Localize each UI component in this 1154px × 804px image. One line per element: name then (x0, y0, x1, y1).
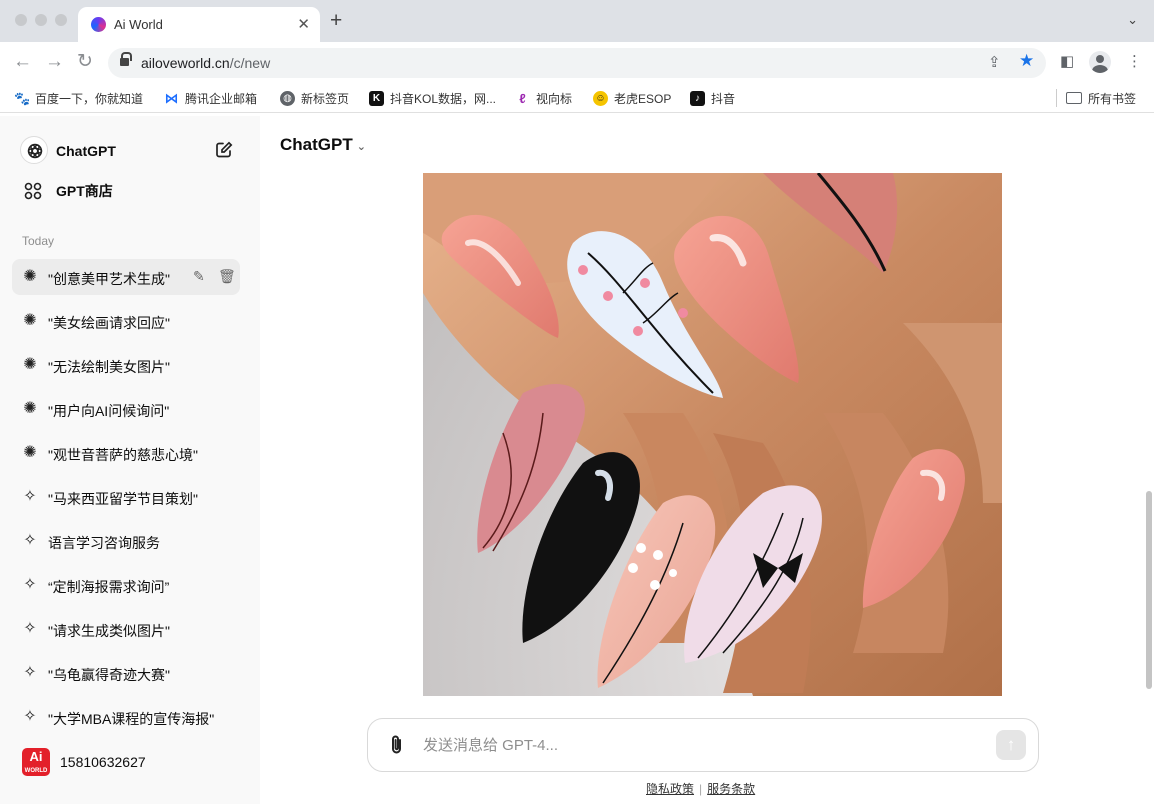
chat-item[interactable]: ✺ "美女绘画请求回应" (12, 303, 240, 339)
sparkle-icon: ✧ (23, 620, 37, 637)
globe-icon: ◍ (280, 90, 295, 106)
bookmarks-divider (1056, 89, 1057, 107)
send-arrow-button[interactable]: ↑ (996, 730, 1026, 760)
reload-button[interactable]: ↻ (77, 51, 93, 73)
openai-icon: ✺ (23, 312, 37, 329)
footer-links: 隐私政策 | 服务条款 (646, 780, 755, 797)
more-menu-icon[interactable]: ⋮ (1127, 52, 1142, 70)
bookmark-shixiangbiao[interactable]: ℓ 视向标 (515, 90, 572, 106)
openai-icon: ✺ (23, 400, 37, 417)
sparkle-icon: ✧ (23, 488, 37, 505)
chat-item[interactable]: ✧ 语言学习咨询服务 (12, 523, 240, 559)
chat-item[interactable]: ✧ "大学MBA课程的宣传海报" (12, 699, 240, 735)
lock-icon (120, 52, 132, 67)
message-composer: ↑ (367, 718, 1039, 772)
browser-toolbar: ← → ↻ ailoveworld.cn/c/new ⇪ ★ ◧ ⋮ (0, 42, 1154, 83)
sparkle-icon: ✧ (23, 664, 37, 681)
chat-item[interactable]: ✧ "乌龟赢得奇迹大赛" (12, 655, 240, 691)
chat-item[interactable]: ✺ "创意美甲艺术生成" ✎ 🗑 (12, 259, 240, 295)
generated-nail-image[interactable] (423, 173, 1002, 696)
sidebar: ChatGPT GPT商店 Today ✺ "创意美甲艺术生成" ✎ 🗑 ✺ "… (0, 116, 260, 804)
site-favicon-icon (91, 17, 106, 32)
openai-icon: ✺ (23, 356, 37, 373)
browser-tab[interactable]: Ai World ✕ (78, 7, 320, 42)
bookmark-douyin[interactable]: ♪ 抖音 (690, 90, 735, 106)
tab-title: Ai World (114, 17, 163, 32)
chat-item[interactable]: ✧ “定制海报需求询问” (12, 567, 240, 603)
message-input[interactable] (423, 733, 983, 757)
user-name: 15810632627 (60, 754, 146, 770)
k-logo-icon: K (369, 90, 384, 106)
main-panel: ChatGPT ⌄ 发送消息给 GPT-4... ↑ 隐私政策 | 服务条款 (260, 116, 1154, 804)
sparkle-icon: ✧ (23, 532, 37, 549)
bookmark-tencent-mail[interactable]: ⋈ 腾讯企业邮箱 (164, 89, 258, 106)
sparkle-icon: ✧ (23, 708, 37, 725)
section-today-label: Today (22, 234, 55, 248)
chatgpt-logo-icon (20, 136, 48, 164)
gpt-store-label: GPT商店 (56, 183, 113, 199)
sparkle-icon: ✧ (23, 576, 37, 593)
bookmark-kol-data[interactable]: K 抖音KOL数据，网... (369, 90, 496, 106)
bookmark-new-tab[interactable]: ◍ 新标签页 (280, 90, 349, 106)
bookmark-star-icon[interactable]: ★ (1019, 51, 1034, 71)
forward-button[interactable]: → (45, 51, 64, 73)
new-chat-row[interactable]: ChatGPT (12, 134, 240, 168)
app-name: ChatGPT (56, 143, 116, 159)
ai-world-logo: Ai WORLD (22, 748, 50, 776)
chat-item[interactable]: ✺ "无法绘制美女图片" (12, 347, 240, 383)
close-tab-icon[interactable]: ✕ (297, 15, 310, 33)
tencent-mail-icon: ⋈ (164, 89, 179, 106)
tiktok-icon: ♪ (690, 90, 705, 106)
zoom-window-button[interactable] (55, 14, 67, 26)
paperclip-icon[interactable] (388, 734, 406, 762)
folder-icon (1066, 92, 1082, 104)
side-panel-icon[interactable]: ◧ (1060, 52, 1074, 70)
url-text[interactable]: ailoveworld.cn/c/new (141, 55, 270, 71)
chat-item[interactable]: ✺ "观世音菩萨的慈悲心境" (12, 435, 240, 471)
all-bookmarks-button[interactable]: 所有书签 (1066, 90, 1136, 106)
chat-item[interactable]: ✧ "请求生成类似图片" (12, 611, 240, 647)
bookmark-tiger-esop[interactable]: ☺ 老虎ESOP (593, 90, 671, 106)
gpt-store-row[interactable]: GPT商店 (12, 174, 240, 208)
rename-pencil-icon[interactable]: ✎ (193, 268, 205, 285)
baidu-icon: 🐾 (14, 90, 31, 106)
address-bar[interactable]: ailoveworld.cn/c/new ⇪ ★ (108, 48, 1046, 78)
share-icon[interactable]: ⇪ (988, 53, 1001, 71)
footer-separator: | (699, 782, 703, 796)
delete-trash-icon[interactable]: 🗑 (218, 268, 236, 285)
openai-icon: ✺ (23, 268, 37, 285)
chat-item[interactable]: ✺ "用户向AI问候询问" (12, 391, 240, 427)
privacy-policy-link[interactable]: 隐私政策 (646, 782, 694, 796)
back-button[interactable]: ← (13, 51, 32, 73)
feather-icon: ℓ (519, 90, 526, 106)
bookmark-baidu[interactable]: 🐾 百度一下，你就知道 (14, 90, 143, 106)
chevron-down-icon: ⌄ (356, 141, 366, 153)
main-scrollbar[interactable] (1146, 491, 1152, 689)
new-chat-edit-icon[interactable] (215, 141, 233, 159)
minimize-window-button[interactable] (35, 14, 47, 26)
chat-item[interactable]: ✧ "马来西亚留学节目策划" (12, 479, 240, 515)
grid-icon (24, 182, 42, 205)
browser-tab-bar: Ai World ✕ + ⌄ (0, 0, 1154, 42)
tab-search-chevron-icon[interactable]: ⌄ (1127, 12, 1138, 28)
model-selector[interactable]: ChatGPT ⌄ (280, 135, 366, 155)
terms-of-service-link[interactable]: 服务条款 (707, 782, 755, 796)
bookmarks-bar: 🐾 百度一下，你就知道 ⋈ 腾讯企业邮箱 ◍ 新标签页 K 抖音KOL数据，网.… (0, 83, 1154, 113)
tiger-icon: ☺ (593, 90, 608, 106)
close-window-button[interactable] (15, 14, 27, 26)
profile-avatar[interactable] (1089, 51, 1111, 73)
openai-icon: ✺ (23, 444, 37, 461)
new-tab-button[interactable]: + (330, 10, 342, 31)
